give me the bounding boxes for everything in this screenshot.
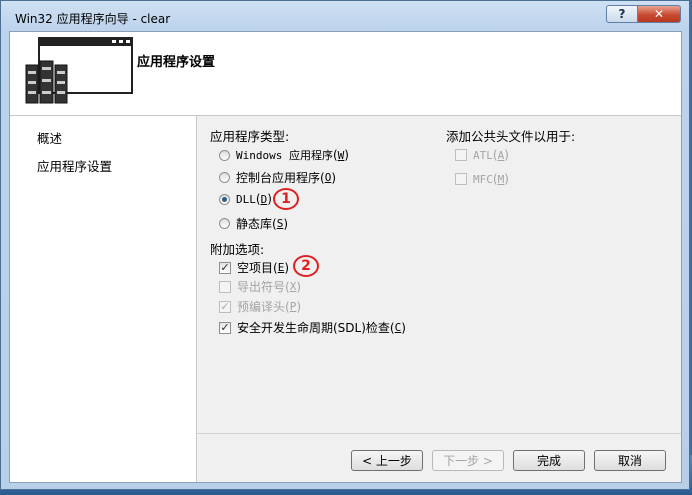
radio-static-lib[interactable]: 静态库(S)	[219, 215, 288, 232]
help-button[interactable]: ?	[606, 5, 638, 23]
checkbox-empty-project-label: 空项目	[237, 261, 274, 275]
additional-options-label: 附加选项:	[210, 242, 265, 257]
radio-dll-label: DLL	[236, 192, 256, 206]
hotkey-d: D	[260, 192, 268, 206]
help-icon: ?	[618, 7, 626, 21]
app-type-label: 应用程序类型:	[210, 129, 290, 144]
checkbox-sdl-checks[interactable]: ✓ 安全开发生命周期(SDL)检查(C)	[219, 319, 406, 336]
checkbox-atl-box[interactable]	[455, 149, 467, 161]
checkbox-sdl-checks-label: 安全开发生命周期(SDL)检查	[237, 321, 390, 335]
radio-static-lib-circle[interactable]	[219, 218, 230, 229]
checkbox-mfc-box[interactable]	[455, 173, 467, 185]
radio-windows-app-circle[interactable]	[219, 149, 230, 161]
annotation-marker-2-text: 2	[301, 258, 311, 274]
button-bar-separator	[197, 433, 681, 434]
annotation-marker-1: 1	[273, 188, 299, 210]
window-title: Win32 应用程序向导 - clear	[15, 12, 171, 26]
checkbox-export-symbols[interactable]: 导出符号(X)	[219, 278, 301, 295]
wizard-window: Win32 应用程序向导 - clear ? ✕ 应用程序设置 概述 应用程序设…	[0, 0, 690, 490]
radio-static-lib-label: 静态库	[236, 217, 273, 231]
hotkey-m: M	[497, 172, 505, 186]
radio-windows-app[interactable]: Windows 应用程序(W)	[219, 147, 349, 163]
hotkey-e: E	[277, 261, 285, 274]
checkbox-empty-project-box[interactable]: ✓	[219, 261, 231, 274]
common-headers-label: 添加公共头文件以用于:	[446, 129, 576, 144]
annotation-marker-2: 2	[293, 255, 319, 277]
radio-console-app-label: 控制台应用程序	[236, 171, 321, 185]
finish-button[interactable]: 完成	[513, 450, 585, 471]
prev-button[interactable]: < 上一步	[351, 450, 423, 471]
hotkey-x: X	[289, 280, 297, 293]
cancel-button[interactable]: 取消	[594, 450, 666, 471]
checkbox-precompiled-header[interactable]: ✓ 预编译头(P)	[219, 298, 301, 315]
checkbox-mfc-label: MFC	[473, 172, 493, 186]
radio-dll-circle[interactable]	[219, 193, 230, 205]
checkbox-mfc[interactable]: MFC(M)	[455, 172, 509, 186]
hotkey-o: O	[324, 171, 332, 184]
hotkey-w: W	[337, 148, 345, 162]
checkbox-atl[interactable]: ATL(A)	[455, 148, 509, 162]
wizard-nav: 概述 应用程序设置	[10, 116, 197, 482]
checkbox-atl-label: ATL	[473, 148, 493, 162]
hotkey-p: P	[289, 300, 297, 313]
radio-console-app-circle[interactable]	[219, 172, 230, 183]
application-wizard-icon	[25, 37, 133, 104]
radio-dll[interactable]: DLL(D)	[219, 192, 272, 206]
close-button[interactable]: ✕	[637, 5, 681, 23]
nav-item-overview[interactable]: 概述	[37, 128, 62, 147]
radio-windows-app-label: Windows 应用程序	[236, 149, 333, 162]
hotkey-s: S	[276, 217, 284, 230]
nav-item-app-settings[interactable]: 应用程序设置	[37, 156, 112, 175]
checkbox-export-symbols-label: 导出符号	[237, 280, 286, 294]
checkbox-empty-project[interactable]: ✓ 空项目(E)	[219, 259, 289, 276]
wizard-client-area: 应用程序设置 概述 应用程序设置 应用程序类型: Windows 应用程序(W)…	[9, 31, 682, 483]
radio-console-app[interactable]: 控制台应用程序(O)	[219, 169, 336, 186]
checkbox-sdl-checks-box[interactable]: ✓	[219, 321, 231, 334]
checkbox-precompiled-header-box[interactable]: ✓	[219, 300, 231, 313]
wizard-header: 应用程序设置	[10, 32, 681, 116]
checkbox-precompiled-header-label: 预编译头	[237, 300, 286, 314]
next-button[interactable]: 下一步 >	[432, 450, 504, 471]
hotkey-c: C	[394, 321, 402, 334]
checkbox-export-symbols-box[interactable]	[219, 280, 231, 293]
annotation-marker-1-text: 1	[281, 191, 291, 207]
close-icon: ✕	[653, 7, 665, 21]
page-title: 应用程序设置	[137, 55, 216, 70]
hotkey-a: A	[497, 148, 505, 162]
